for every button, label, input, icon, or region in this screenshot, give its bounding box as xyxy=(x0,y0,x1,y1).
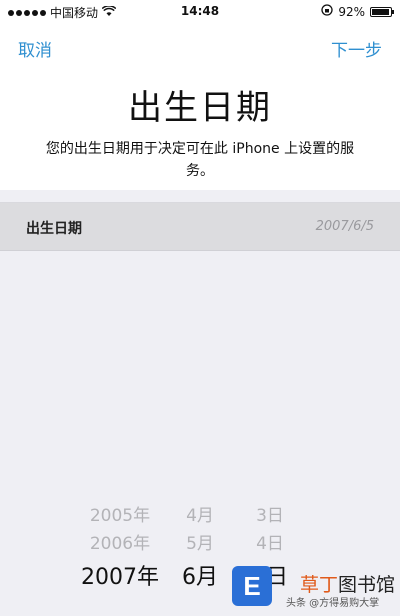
date-of-birth-screen: 中国移动 14:48 92% 取消 下一步 出生日期 您的出生日期用于决定可在此… xyxy=(0,0,400,616)
watermark-author: 头条 @方得易购大掌 xyxy=(286,598,380,609)
battery-info: 92% xyxy=(321,4,394,19)
picker-year-option[interactable]: 2005年 xyxy=(70,502,170,530)
picker-day-faint xyxy=(240,488,300,502)
picker-year-column[interactable]: 2005年 2006年 2007年 xyxy=(70,488,170,598)
birth-date-row[interactable]: 出生日期 2007/6/5 xyxy=(0,203,400,250)
status-bar: 中国移动 14:48 92% xyxy=(0,0,400,22)
picker-year-option[interactable]: 2006年 xyxy=(70,530,170,558)
birth-date-value: 2007/6/5 xyxy=(315,219,374,234)
battery-percent: 92% xyxy=(338,4,365,19)
picker-day-option[interactable]: 4日 xyxy=(240,530,300,558)
picker-year-faint xyxy=(70,488,170,502)
next-button[interactable]: 下一步 xyxy=(331,36,382,61)
picker-month-option[interactable]: 4月 xyxy=(170,502,230,530)
divider xyxy=(0,250,400,251)
picker-year-selected[interactable]: 2007年 xyxy=(70,558,170,598)
watermark-highlight: 草丁 xyxy=(300,574,339,596)
picker-month-option[interactable]: 5月 xyxy=(170,530,230,558)
watermark-rest: 图书馆 xyxy=(338,574,396,596)
cancel-button[interactable]: 取消 xyxy=(18,36,52,61)
battery-icon xyxy=(370,6,394,17)
picker-month-faint xyxy=(170,488,230,502)
page-title: 出生日期 xyxy=(128,88,272,128)
watermark-text: 草丁图书馆 xyxy=(300,570,395,597)
picker-month-column[interactable]: 4月 5月 6月 xyxy=(170,488,230,598)
picker-day-option[interactable]: 3日 xyxy=(240,502,300,530)
page-description: 您的出生日期用于决定可在此 iPhone 上设置的服务。 xyxy=(45,141,355,179)
birth-date-label: 出生日期 xyxy=(26,221,82,237)
picker-month-selected[interactable]: 6月 xyxy=(170,558,230,598)
watermark-logo: E xyxy=(232,566,272,606)
rotation-lock-icon xyxy=(321,4,333,19)
